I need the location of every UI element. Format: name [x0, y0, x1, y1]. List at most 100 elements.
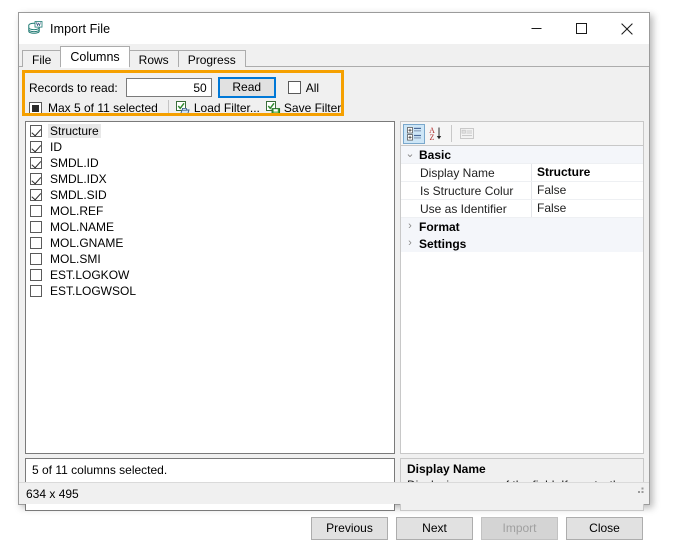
all-checkbox[interactable] [288, 81, 301, 94]
column-checkbox[interactable] [30, 253, 42, 265]
list-item[interactable]: SMDL.ID [26, 155, 394, 171]
property-value[interactable]: False [531, 182, 643, 199]
column-checkbox[interactable] [30, 189, 42, 201]
category-label: Basic [419, 148, 451, 162]
selection-status-text: 5 of 11 columns selected. [26, 459, 394, 481]
svg-text:Z: Z [430, 133, 435, 141]
column-label: EST.LOGKOW [48, 268, 131, 282]
property-row-is-structure-column[interactable]: Is Structure Colur False [401, 182, 643, 200]
category-label: Settings [419, 237, 466, 251]
columns-list[interactable]: Structure ID SMDL.ID SMDL.IDX SMDL.SID M… [25, 121, 395, 454]
save-filter-icon [266, 101, 281, 116]
save-filter-button[interactable]: Save Filter... [266, 101, 344, 116]
chevron-right-icon[interactable]: › [401, 218, 419, 235]
toolbar-separator [451, 125, 452, 142]
all-label: All [306, 81, 319, 95]
column-checkbox[interactable] [30, 125, 42, 137]
close-icon[interactable] [604, 13, 649, 44]
column-label: SMDL.IDX [48, 172, 109, 186]
property-grid[interactable]: ⌄ Basic Display Name Structure Is Struct… [400, 145, 644, 454]
columns-panel: Records to read: Read All Max 5 of 11 se… [19, 67, 649, 482]
column-checkbox[interactable] [30, 285, 42, 297]
records-row: Records to read: Read All [29, 77, 319, 98]
svg-text:W: W [36, 22, 42, 28]
close-button[interactable]: Close [566, 517, 643, 540]
list-item[interactable]: MOL.REF [26, 203, 394, 219]
minimize-icon[interactable] [514, 13, 559, 44]
filter-row: Max 5 of 11 selected Load Filter... [29, 99, 344, 116]
window-size-text: 634 x 495 [26, 487, 79, 501]
tab-progress[interactable]: Progress [178, 50, 246, 67]
tab-strip: File Columns Rows Progress [19, 44, 649, 67]
title-bar: W Import File [19, 13, 649, 44]
column-checkbox[interactable] [30, 141, 42, 153]
previous-button[interactable]: Previous [311, 517, 388, 540]
tab-columns[interactable]: Columns [60, 46, 129, 67]
column-checkbox[interactable] [30, 205, 42, 217]
max-selected-checkbox[interactable] [29, 102, 42, 115]
column-checkbox[interactable] [30, 173, 42, 185]
import-button: Import [481, 517, 558, 540]
column-label: Structure [48, 124, 101, 138]
records-to-read-input[interactable] [126, 78, 212, 97]
property-name: Display Name [419, 166, 531, 180]
column-checkbox[interactable] [30, 269, 42, 281]
load-filter-icon [176, 101, 191, 116]
toolbar-separator [168, 100, 169, 116]
next-button[interactable]: Next [396, 517, 473, 540]
column-checkbox[interactable] [30, 157, 42, 169]
description-title: Display Name [407, 462, 637, 477]
list-item[interactable]: EST.LOGWSOL [26, 283, 394, 299]
property-row-use-as-identifier[interactable]: Use as Identifier False [401, 200, 643, 218]
column-checkbox[interactable] [30, 237, 42, 249]
column-label: MOL.GNAME [48, 236, 125, 250]
column-label: MOL.SMI [48, 252, 103, 266]
records-to-read-label: Records to read: [29, 81, 118, 95]
load-filter-button[interactable]: Load Filter... [176, 101, 260, 116]
tab-rows[interactable]: Rows [129, 50, 179, 67]
column-label: SMDL.SID [48, 188, 109, 202]
chevron-down-icon[interactable]: ⌄ [401, 146, 419, 163]
property-category-format[interactable]: › Format [401, 218, 643, 235]
status-bar: 634 x 495 [19, 482, 649, 504]
property-grid-toolbar: A Z [400, 121, 644, 145]
list-item[interactable]: Structure [26, 123, 394, 139]
alphabetical-sort-icon[interactable]: A Z [425, 124, 447, 144]
list-item[interactable]: SMDL.IDX [26, 171, 394, 187]
records-toolbar-highlight: Records to read: Read All Max 5 of 11 se… [22, 70, 344, 116]
property-value[interactable]: Structure [531, 164, 643, 181]
column-label: SMDL.ID [48, 156, 101, 170]
column-label: MOL.NAME [48, 220, 116, 234]
column-checkbox[interactable] [30, 221, 42, 233]
list-item[interactable]: MOL.NAME [26, 219, 394, 235]
window-title: Import File [50, 22, 110, 36]
property-name: Use as Identifier [419, 202, 531, 216]
list-item[interactable]: SMDL.SID [26, 187, 394, 203]
database-stack-icon: W [27, 21, 43, 37]
list-item[interactable]: MOL.SMI [26, 251, 394, 267]
maximize-icon[interactable] [559, 13, 604, 44]
list-item[interactable]: ID [26, 139, 394, 155]
load-filter-label: Load Filter... [194, 101, 260, 115]
column-label: MOL.REF [48, 204, 105, 218]
chevron-right-icon[interactable]: › [401, 235, 419, 252]
list-item[interactable]: MOL.GNAME [26, 235, 394, 251]
max-selected-label: Max 5 of 11 selected [48, 101, 158, 115]
property-category-settings[interactable]: › Settings [401, 235, 643, 252]
categorized-view-icon[interactable] [403, 124, 425, 144]
property-value[interactable]: False [531, 200, 643, 217]
property-pages-icon [456, 124, 478, 144]
property-row-display-name[interactable]: Display Name Structure [401, 164, 643, 182]
category-label: Format [419, 220, 460, 234]
save-filter-label: Save Filter... [284, 101, 344, 115]
window-controls [514, 13, 649, 44]
column-label: ID [48, 140, 64, 154]
property-name: Is Structure Colur [419, 184, 531, 198]
resize-grip-icon[interactable] [633, 484, 646, 502]
list-item[interactable]: EST.LOGKOW [26, 267, 394, 283]
property-category-basic[interactable]: ⌄ Basic [401, 146, 643, 164]
tab-file[interactable]: File [22, 50, 61, 67]
read-button[interactable]: Read [218, 77, 276, 98]
dialog-button-row: Previous Next Import Close [19, 517, 643, 540]
import-file-window: W Import File File Columns Rows Progress [18, 12, 650, 505]
